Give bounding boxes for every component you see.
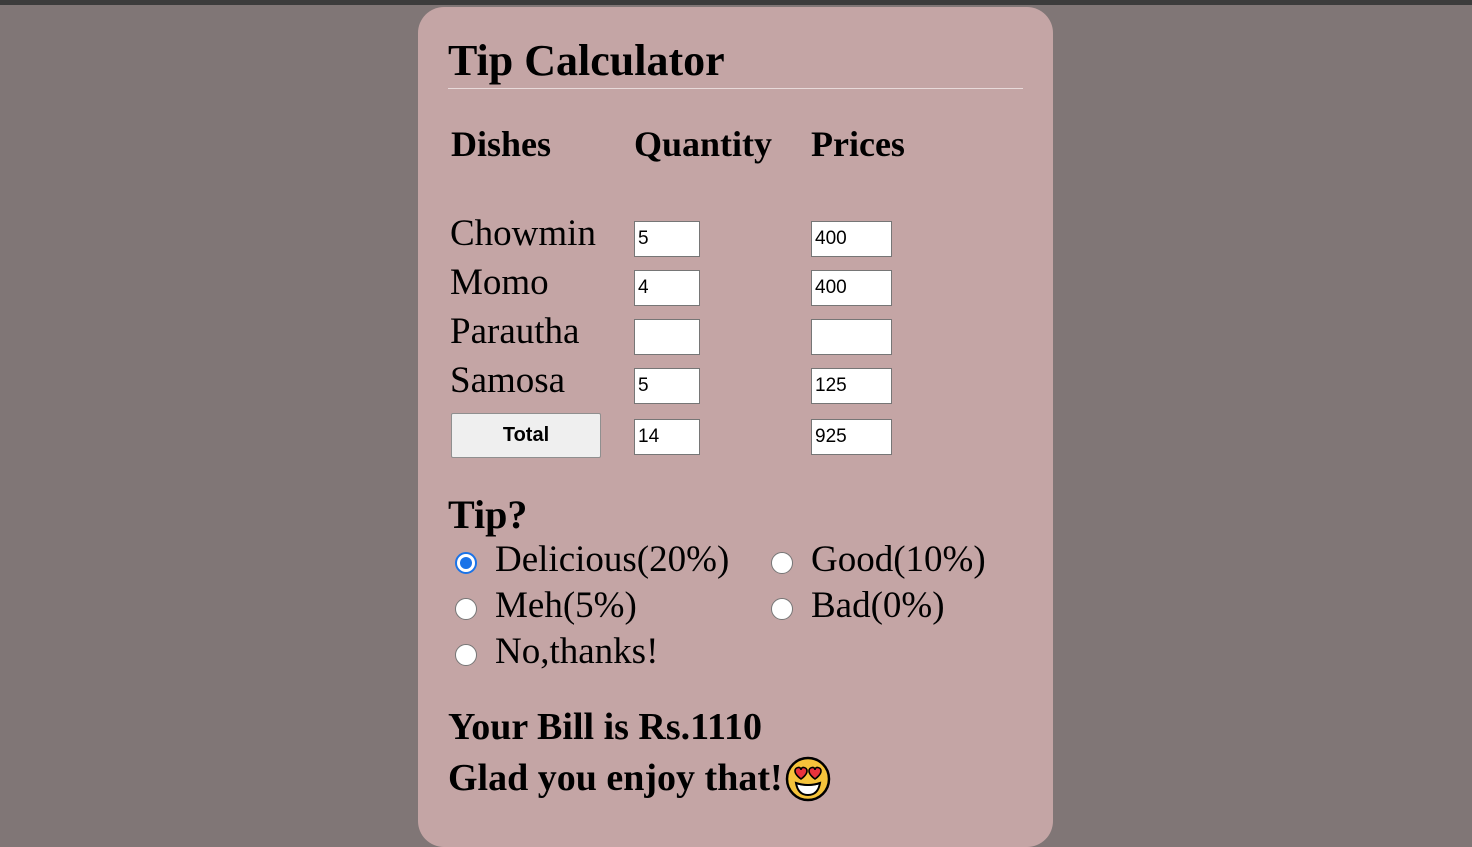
tip-label-no-thanks: No,thanks! xyxy=(495,631,659,672)
total-quantity-field[interactable] xyxy=(634,419,700,455)
tip-label-bad: Bad(0%) xyxy=(811,585,945,626)
dish-label-parautha: Parautha xyxy=(450,311,580,352)
tip-heading: Tip? xyxy=(448,492,528,537)
dish-label-samosa: Samosa xyxy=(450,360,566,401)
title-divider xyxy=(448,88,1023,89)
column-header-prices: Prices xyxy=(811,124,905,164)
browser-top-bar xyxy=(0,0,1472,5)
tip-radio-delicious[interactable] xyxy=(455,552,477,574)
quantity-input-momo[interactable] xyxy=(634,270,700,306)
price-input-samosa[interactable] xyxy=(811,368,892,404)
quantity-input-parautha[interactable] xyxy=(634,319,700,355)
result-message: Glad you enjoy that! xyxy=(448,756,831,802)
tip-label-meh: Meh(5%) xyxy=(495,585,637,626)
quantity-input-chowmin[interactable] xyxy=(634,221,700,257)
tip-radio-meh[interactable] xyxy=(455,598,477,620)
bill-total-text: Your Bill is Rs.1110 xyxy=(448,706,762,748)
dish-label-chowmin: Chowmin xyxy=(450,213,596,254)
price-input-parautha[interactable] xyxy=(811,319,892,355)
total-price-field[interactable] xyxy=(811,419,892,455)
quantity-input-samosa[interactable] xyxy=(634,368,700,404)
tip-radio-bad[interactable] xyxy=(771,598,793,620)
heart-eyes-emoji-icon xyxy=(785,756,830,802)
total-button[interactable]: Total xyxy=(451,413,601,458)
price-input-momo[interactable] xyxy=(811,270,892,306)
page-title: Tip Calculator xyxy=(448,36,725,85)
tip-radio-no-thanks[interactable] xyxy=(455,644,477,666)
tip-label-delicious: Delicious(20%) xyxy=(495,539,730,580)
tip-calculator-card: Tip Calculator Dishes Quantity Prices Ch… xyxy=(418,7,1053,847)
tip-label-good: Good(10%) xyxy=(811,539,986,580)
dish-label-momo: Momo xyxy=(450,262,549,303)
column-header-dishes: Dishes xyxy=(451,124,552,164)
result-message-text: Glad you enjoy that! xyxy=(448,757,783,800)
column-header-quantity: Quantity xyxy=(634,124,773,164)
price-input-chowmin[interactable] xyxy=(811,221,892,257)
tip-radio-good[interactable] xyxy=(771,552,793,574)
